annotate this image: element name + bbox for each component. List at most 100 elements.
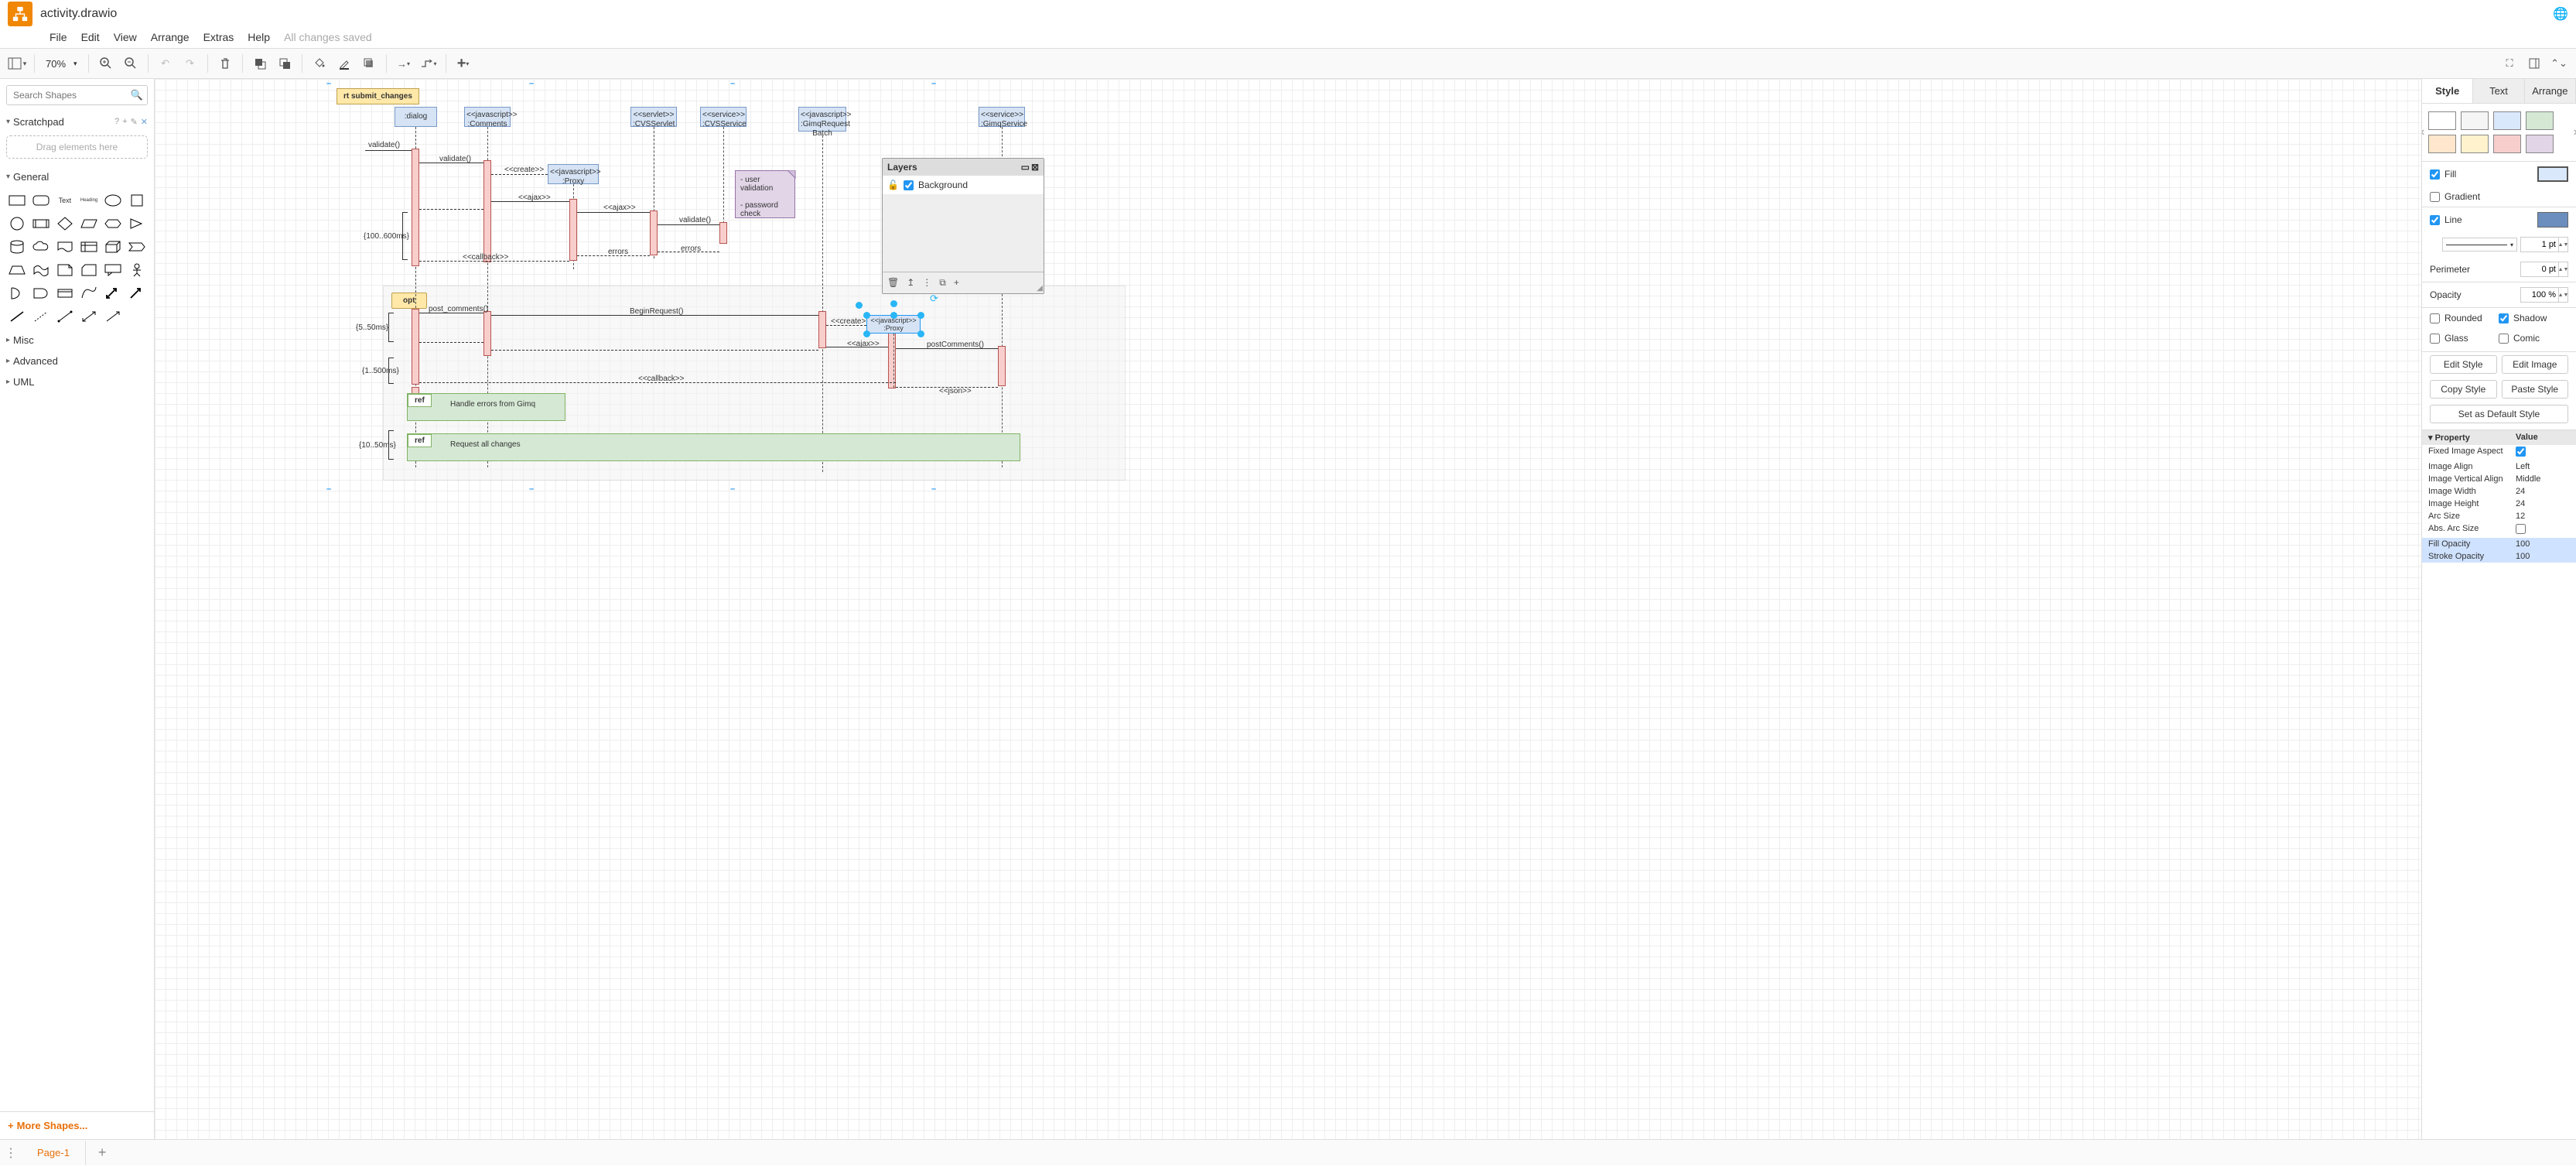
line-style-select[interactable]: ▾ (2442, 238, 2517, 252)
tab-style[interactable]: Style (2422, 79, 2473, 103)
line-color-button[interactable] (333, 53, 355, 74)
lifeline-proxy1[interactable]: <<javascript>> :Proxy (548, 164, 599, 184)
shape-line2[interactable] (54, 306, 75, 327)
fill-color-button[interactable] (309, 53, 330, 74)
shape-ellipse[interactable] (103, 190, 124, 210)
scratchpad-edit-icon[interactable]: ✎ (131, 117, 138, 127)
collapse-button[interactable]: ⌃⌄ (2548, 53, 2570, 74)
property-row[interactable]: Image AlignLeft (2422, 460, 2576, 473)
rounded-checkbox[interactable] (2430, 313, 2440, 323)
edit-style-button[interactable]: Edit Style (2430, 355, 2497, 374)
shape-rect[interactable] (6, 190, 27, 210)
comic-checkbox[interactable] (2499, 334, 2509, 344)
shape-parallelogram[interactable] (78, 214, 99, 234)
shape-heading[interactable]: Heading (78, 190, 99, 210)
scratchpad-dropzone[interactable]: Drag elements here (6, 135, 148, 159)
zoom-in-button[interactable] (95, 53, 117, 74)
shape-actor[interactable] (127, 260, 148, 280)
fill-checkbox[interactable] (2430, 169, 2440, 180)
gradient-checkbox[interactable] (2430, 192, 2440, 202)
waypoint-button[interactable]: ▾ (418, 53, 439, 74)
scratchpad-add-icon[interactable]: + (122, 117, 127, 127)
validation-note[interactable]: - user validation - password check (735, 170, 795, 218)
shape-callout[interactable] (103, 260, 124, 280)
swatch-green[interactable] (2526, 111, 2554, 130)
shape-biarrow[interactable] (103, 283, 124, 303)
misc-header[interactable]: ▸Misc (0, 330, 154, 351)
advanced-header[interactable]: ▸Advanced (0, 351, 154, 371)
fill-color[interactable] (2537, 166, 2568, 182)
zoom-select[interactable]: 70%▾ (41, 58, 82, 70)
opt-label[interactable]: opt (391, 293, 427, 309)
layer-more-icon[interactable]: ⋮ (922, 277, 931, 289)
copy-style-button[interactable]: Copy Style (2430, 380, 2497, 399)
set-default-button[interactable]: Set as Default Style (2430, 405, 2568, 423)
search-icon[interactable]: 🔍 (131, 89, 143, 101)
property-row[interactable]: Image Width24 (2422, 485, 2576, 498)
uml-header[interactable]: ▸UML (0, 371, 154, 392)
layers-minimize-icon[interactable]: ▭ (1021, 162, 1030, 173)
property-checkbox[interactable] (2516, 447, 2526, 457)
edit-image-button[interactable]: Edit Image (2502, 355, 2569, 374)
lifeline-gimq[interactable]: <<service>> :GimqService (979, 107, 1025, 127)
opacity-stepper[interactable]: ▲▼ (2559, 287, 2568, 303)
layers-close-icon[interactable]: ⊠ (1031, 162, 1039, 173)
palette-prev-icon[interactable]: ‹ (2421, 125, 2424, 139)
swatch-grey[interactable] (2461, 111, 2489, 130)
fullscreen-button[interactable]: ⛶ (2499, 53, 2520, 74)
property-row[interactable]: Image Height24 (2422, 498, 2576, 510)
perimeter-input[interactable] (2520, 262, 2559, 277)
delete-button[interactable] (214, 53, 236, 74)
shadow-checkbox[interactable] (2499, 313, 2509, 323)
shape-halfc[interactable] (6, 283, 27, 303)
property-row[interactable]: Arc Size12 (2422, 510, 2576, 522)
layer-export-icon[interactable]: ↥ (907, 277, 914, 289)
layer-background[interactable]: 🔓 Background (883, 176, 1044, 194)
lifeline-comments[interactable]: <<javascript>> :Comments (464, 107, 511, 127)
property-row[interactable]: Image Vertical AlignMiddle (2422, 473, 2576, 485)
menu-file[interactable]: File (50, 31, 67, 43)
layer-delete-icon[interactable]: 🗑 (887, 277, 899, 289)
shape-and[interactable] (30, 283, 51, 303)
more-shapes-button[interactable]: +More Shapes... (0, 1111, 154, 1139)
shape-step[interactable] (127, 237, 148, 257)
to-front-button[interactable] (249, 53, 271, 74)
shape-text[interactable]: Text (54, 190, 75, 210)
swatch-orange[interactable] (2428, 135, 2456, 153)
layer-duplicate-icon[interactable]: ⧉ (939, 277, 946, 289)
line-color[interactable] (2537, 212, 2568, 228)
shape-square[interactable] (127, 190, 148, 210)
insert-button[interactable]: +▾ (453, 53, 474, 74)
swatch-red[interactable] (2493, 135, 2521, 153)
shape-cylinder[interactable] (6, 237, 27, 257)
ref-request-changes[interactable]: ref Request all changes (407, 433, 1020, 461)
lifeline-servlet[interactable]: <<servlet>> :CVSServlet (630, 107, 677, 127)
line-width-input[interactable] (2520, 237, 2559, 252)
connection-button[interactable]: →▾ (393, 53, 415, 74)
shape-diamond[interactable] (54, 214, 75, 234)
layers-panel[interactable]: Layers ▭ ⊠ 🔓 Background 🗑 ↥ ⋮ ⧉ + ◢ (882, 158, 1044, 294)
shape-line[interactable] (6, 306, 27, 327)
swatch-white[interactable] (2428, 111, 2456, 130)
swatch-purple[interactable] (2526, 135, 2554, 153)
menu-edit[interactable]: Edit (81, 31, 100, 43)
to-back-button[interactable] (274, 53, 296, 74)
shape-note[interactable] (54, 260, 75, 280)
lifeline-cvsservice[interactable]: <<service>> :CVSService (700, 107, 746, 127)
shape-biarrow2[interactable] (78, 306, 99, 327)
shape-hexagon[interactable] (103, 214, 124, 234)
property-row[interactable]: Fill Opacity100 (2422, 538, 2576, 550)
shape-arrow[interactable] (127, 283, 148, 303)
ref-handle-errors[interactable]: ref Handle errors from Gimq (407, 393, 565, 421)
menu-extras[interactable]: Extras (203, 31, 234, 43)
format-panel-button[interactable] (2523, 53, 2545, 74)
lock-icon[interactable]: 🔓 (887, 180, 899, 190)
shape-internal[interactable] (78, 237, 99, 257)
tab-arrange[interactable]: Arrange (2525, 79, 2576, 103)
layer-visible-checkbox[interactable] (904, 180, 914, 190)
language-icon[interactable]: 🌐 (2553, 6, 2568, 22)
scratchpad-close-icon[interactable]: ✕ (141, 117, 148, 127)
shape-datastore[interactable] (54, 283, 75, 303)
zoom-out-button[interactable] (120, 53, 142, 74)
line-width-stepper[interactable]: ▲▼ (2559, 237, 2568, 252)
